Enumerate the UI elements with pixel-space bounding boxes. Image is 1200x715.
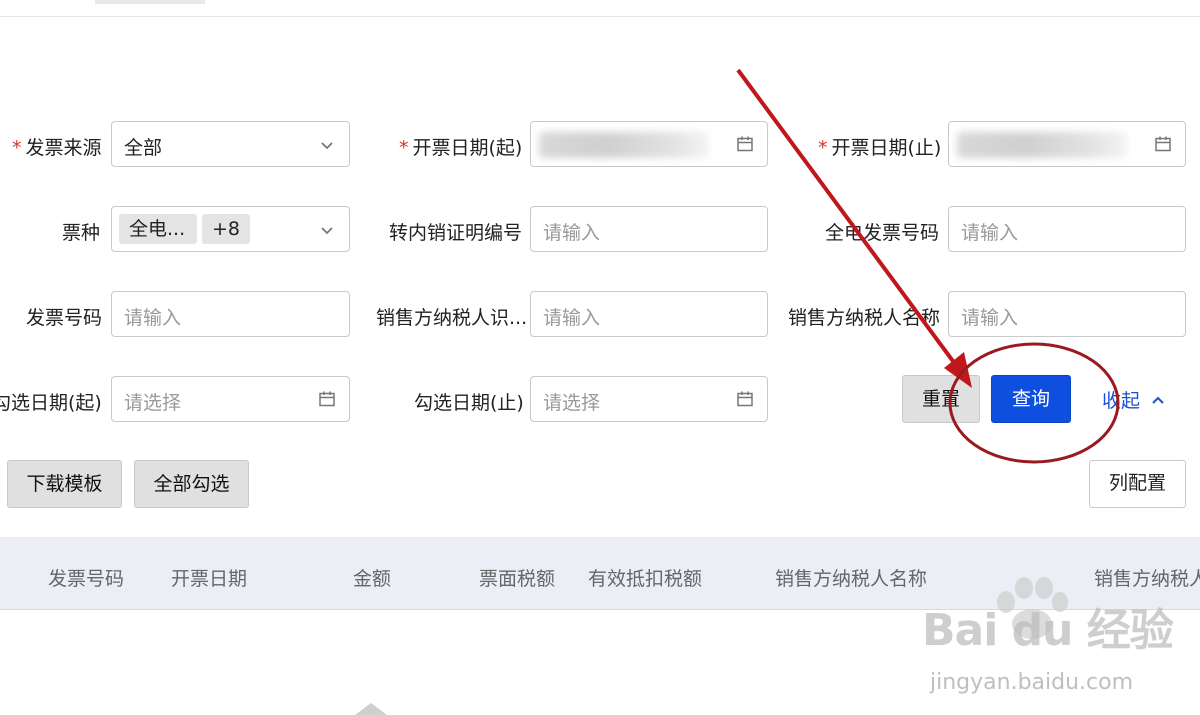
select-all-button[interactable]: 全部勾选 <box>134 460 249 508</box>
seller-tax-id-input[interactable]: 请输入 <box>530 291 768 337</box>
top-tab-indicator <box>95 0 205 4</box>
invoice-source-value: 全部 <box>124 137 163 159</box>
check-date-end-label: 勾选日期(止) <box>414 392 524 414</box>
column-header[interactable]: 销售方纳税人 <box>1094 564 1200 591</box>
placeholder: 请输入 <box>961 307 1019 329</box>
calendar-icon <box>737 391 753 407</box>
calendar-icon <box>737 136 753 152</box>
calendar-icon <box>1155 136 1171 152</box>
check-date-start-label: 勾选日期(起) <box>0 392 102 414</box>
column-header[interactable]: 票面税额 <box>479 564 555 591</box>
download-template-button[interactable]: 下载模板 <box>7 460 122 508</box>
invoice-no-label: 发票号码 <box>26 307 103 329</box>
issue-date-start-picker[interactable] <box>530 121 768 167</box>
full-elec-invoice-input[interactable]: 请输入 <box>948 206 1186 252</box>
top-divider <box>0 16 1200 17</box>
column-header[interactable]: 金额 <box>353 564 391 591</box>
column-header[interactable]: 销售方纳税人名称 <box>775 564 927 591</box>
reset-button[interactable]: 重置 <box>902 375 980 423</box>
invoice-no-input[interactable]: 请输入 <box>111 291 350 337</box>
column-header[interactable]: 发票号码 <box>48 564 124 591</box>
blurred-date-value <box>957 132 1127 158</box>
column-config-button[interactable]: 列配置 <box>1089 460 1186 508</box>
seller-tax-name-label: 销售方纳税人名称 <box>788 307 941 329</box>
watermark-text: Bai du 经验 <box>922 605 1174 656</box>
chevron-down-icon <box>321 142 333 150</box>
placeholder: 请选择 <box>543 392 601 414</box>
transfer-cert-input[interactable]: 请输入 <box>530 206 768 252</box>
watermark-url: jingyan.baidu.com <box>930 670 1134 695</box>
required-asterisk: * <box>12 137 22 159</box>
placeholder: 请输入 <box>961 222 1019 244</box>
seller-tax-id-label: 销售方纳税人识... <box>376 307 528 329</box>
invoice-source-select[interactable]: 全部 <box>111 121 350 167</box>
required-asterisk: * <box>818 137 828 159</box>
placeholder: 请输入 <box>543 222 601 244</box>
column-header[interactable]: 开票日期 <box>171 564 247 591</box>
issue-date-end-label: * 开票日期(止) <box>818 137 942 159</box>
query-button[interactable]: 查询 <box>991 375 1071 423</box>
issue-date-end-picker[interactable] <box>948 121 1186 167</box>
seller-tax-name-input[interactable]: 请输入 <box>948 291 1186 337</box>
scroll-indicator <box>355 703 387 715</box>
check-date-start-picker[interactable]: 请选择 <box>111 376 350 422</box>
chevron-down-icon <box>321 227 333 235</box>
placeholder: 请输入 <box>543 307 601 329</box>
ticket-type-label: 票种 <box>62 222 101 244</box>
issue-date-start-label: * 开票日期(起) <box>399 137 523 159</box>
collapse-link[interactable]: 收起 <box>1102 386 1166 413</box>
ticket-type-multiselect[interactable]: 全电... +8 <box>111 206 350 252</box>
placeholder: 请选择 <box>124 392 182 414</box>
check-date-end-picker[interactable]: 请选择 <box>530 376 768 422</box>
invoice-source-label: * 发票来源 <box>12 137 102 159</box>
full-elec-invoice-label: 全电发票号码 <box>825 222 940 244</box>
calendar-icon <box>319 391 335 407</box>
blurred-date-value <box>539 132 709 158</box>
column-header[interactable]: 有效抵扣税额 <box>588 564 702 591</box>
required-asterisk: * <box>399 137 409 159</box>
transfer-cert-label: 转内销证明编号 <box>389 222 523 244</box>
selected-tag[interactable]: 全电... <box>119 214 197 244</box>
collapse-label: 收起 <box>1102 390 1141 412</box>
chevron-up-icon <box>1152 396 1164 404</box>
placeholder: 请输入 <box>124 307 182 329</box>
more-tags-count[interactable]: +8 <box>202 214 250 244</box>
